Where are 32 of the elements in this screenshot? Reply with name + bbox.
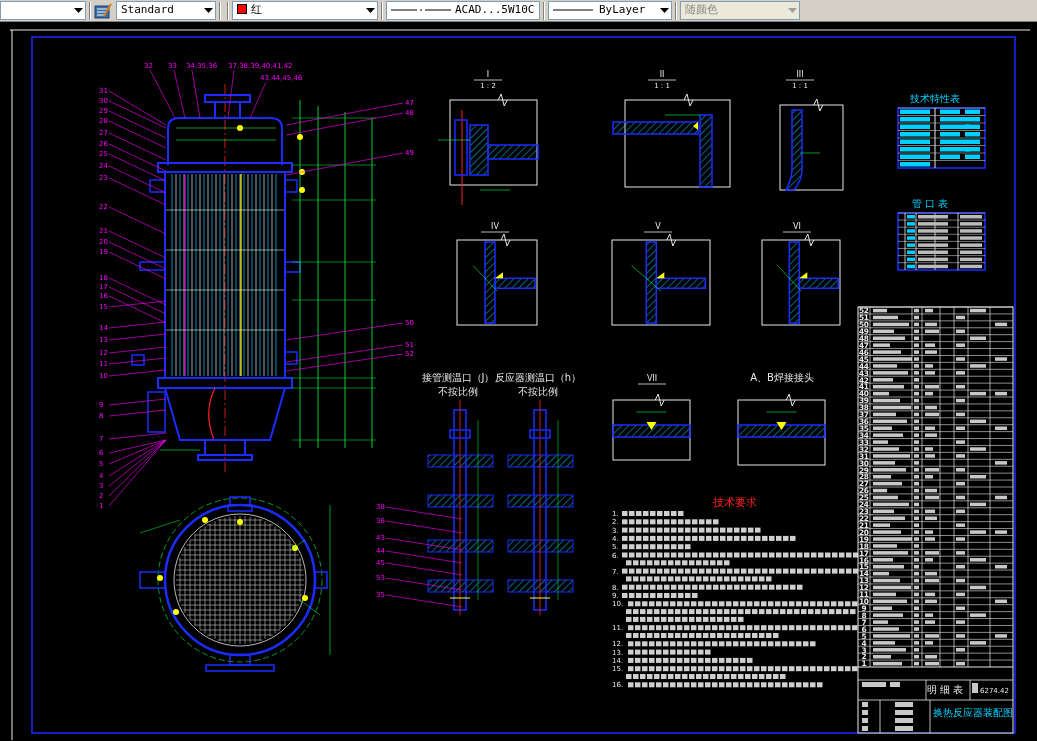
- caret-icon: [660, 8, 669, 13]
- illegible-text-drawing: [622, 511, 684, 516]
- drawing-title: 换热反应器装配图: [933, 707, 1013, 718]
- detail-label: III: [796, 70, 804, 79]
- dropdown[interactable]: [0, 1, 86, 20]
- lineweight-dropdown[interactable]: ByLayer: [548, 1, 672, 20]
- detail-label: VI: [793, 222, 801, 231]
- table-title: 管 口 表: [911, 198, 949, 209]
- caret-icon: [204, 8, 213, 13]
- linetype-dropdown[interactable]: ACAD...5W10C: [386, 1, 540, 20]
- table-title: 明 细 表: [926, 684, 964, 695]
- detail-label: A、B焊接接头: [750, 372, 814, 383]
- linetype-preview-icon: [391, 8, 451, 13]
- section-heading: 技术要求: [713, 496, 757, 509]
- illegible-text-drawing: [622, 544, 691, 550]
- detail-label: VII: [646, 374, 658, 383]
- text-style-icon[interactable]: [94, 2, 112, 19]
- section-title: 反应器测温口（h）: [494, 372, 582, 383]
- section-title: 接管测温口（J）: [421, 372, 495, 383]
- caret-icon: [74, 8, 83, 13]
- detail-label: I: [486, 70, 490, 79]
- detail-label: II: [659, 70, 665, 79]
- scale-note: 不按比例: [438, 386, 478, 397]
- caret-icon: [366, 8, 375, 13]
- lineweight-preview-icon: [553, 8, 593, 13]
- text-style-dropdown[interactable]: Standard: [116, 1, 216, 20]
- table-title: 技术特性表: [910, 93, 960, 104]
- color-dropdown[interactable]: 红: [232, 1, 378, 20]
- scale-note: 不按比例: [518, 386, 558, 397]
- caret-icon: [788, 8, 797, 13]
- detail-label: IV: [491, 222, 499, 231]
- detail-label: V: [655, 222, 661, 231]
